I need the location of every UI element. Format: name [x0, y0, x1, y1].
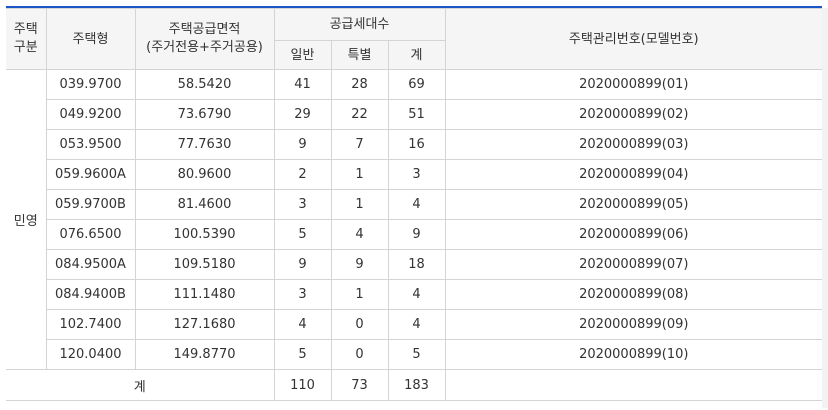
header-housing-type: 주택형: [45, 8, 136, 70]
management-number-cell: 2020000899(05): [444, 189, 823, 220]
header-type-category-line1: 주택: [13, 22, 38, 37]
table-row: 059.9600A 80.9600 2 1 3 2020000899(04): [6, 159, 823, 190]
supply-area-cell: 100.5390: [134, 219, 275, 250]
table-row: 084.9400B 111.1480 3 1 4 2020000899(08): [6, 279, 823, 310]
table-row: 049.9200 73.6790 29 22 51 2020000899(02): [6, 99, 823, 130]
total-general: 110: [273, 369, 332, 401]
supply-area-cell: 73.6790: [134, 99, 275, 130]
header-supply-area-line1: 주택공급면적: [168, 22, 241, 37]
table-row: 120.0400 149.8770 5 0 5 2020000899(10): [6, 339, 823, 370]
housing-type-cell: 102.7400: [46, 309, 136, 340]
total-management-empty: [444, 369, 823, 401]
header-general: 일반: [274, 40, 332, 70]
management-number-cell: 2020000899(08): [444, 279, 823, 310]
housing-type-cell: 059.9600A: [46, 159, 136, 190]
supply-area-cell: 109.5180: [134, 249, 275, 280]
management-number-cell: 2020000899(10): [444, 339, 823, 370]
table-row: 민영 039.9700 58.5420 41 28 69 2020000899(…: [6, 69, 823, 370]
table-row: 076.6500 100.5390 5 4 9 2020000899(06): [6, 219, 823, 250]
total-count-cell: 3: [387, 159, 446, 190]
general-count-cell: 9: [273, 249, 332, 280]
header-type-category: 주택 구분: [6, 8, 47, 70]
scroll-edge: [822, 8, 828, 408]
housing-type-cell: 084.9400B: [46, 279, 136, 310]
total-row: 계 110 73 183: [6, 369, 823, 401]
table-row: 084.9500A 109.5180 9 9 18 2020000899(07): [6, 249, 823, 280]
category-cell: 민영: [6, 69, 47, 370]
management-number-cell: 2020000899(04): [444, 159, 823, 190]
housing-type-cell: 039.9700: [45, 69, 136, 100]
management-number-cell: 2020000899(09): [444, 309, 823, 340]
general-count-cell: 29: [273, 99, 332, 130]
management-number-cell: 2020000899(01): [444, 69, 823, 100]
supply-area-cell: 81.4600: [134, 189, 275, 220]
supply-area-cell: 77.7630: [134, 129, 275, 160]
total-count-cell: 4: [387, 309, 446, 340]
housing-type-cell: 053.9500: [46, 129, 136, 160]
header-supply-area: 주택공급면적 (주거전용+주거공용): [134, 8, 275, 70]
supply-area-cell: 58.5420: [134, 69, 275, 100]
table-row: 053.9500 77.7630 9 7 16 2020000899(03): [6, 129, 823, 160]
table-header: 주택 구분 주택형 주택공급면적 (주거전용+주거공용) 공급세대수 주택관리번…: [6, 8, 823, 70]
supply-area-cell: 80.9600: [134, 159, 275, 190]
header-special: 특별: [330, 40, 389, 70]
special-count-cell: 1: [330, 189, 389, 220]
total-count-cell: 5: [387, 339, 446, 370]
table-row: 102.7400 127.1680 4 0 4 2020000899(09): [6, 309, 823, 340]
supply-area-cell: 149.8770: [134, 339, 275, 370]
total-count-cell: 69: [387, 69, 446, 100]
housing-type-cell: 120.0400: [46, 339, 136, 370]
total-count-cell: 18: [387, 249, 446, 280]
total-count-cell: 16: [387, 129, 446, 160]
table-body: 민영 039.9700 58.5420 41 28 69 2020000899(…: [6, 69, 823, 401]
general-count-cell: 41: [273, 69, 332, 100]
header-supply-area-line2: (주거전용+주거공용): [146, 40, 263, 55]
total-sum: 183: [387, 369, 446, 401]
total-label: 계: [6, 369, 275, 401]
special-count-cell: 4: [330, 219, 389, 250]
header-sum: 계: [387, 40, 446, 70]
total-count-cell: 9: [387, 219, 446, 250]
management-number-cell: 2020000899(03): [444, 129, 823, 160]
management-number-cell: 2020000899(06): [444, 219, 823, 250]
general-count-cell: 5: [273, 219, 332, 250]
special-count-cell: 9: [330, 249, 389, 280]
general-count-cell: 2: [273, 159, 332, 190]
header-type-category-line2: 구분: [13, 40, 38, 55]
housing-type-cell: 076.6500: [46, 219, 136, 250]
table-row: 059.9700B 81.4600 3 1 4 2020000899(05): [6, 189, 823, 220]
special-count-cell: 0: [330, 339, 389, 370]
general-count-cell: 5: [273, 339, 332, 370]
total-count-cell: 4: [387, 189, 446, 220]
housing-type-cell: 049.9200: [46, 99, 136, 130]
special-count-cell: 0: [330, 309, 389, 340]
special-count-cell: 28: [330, 69, 389, 100]
housing-type-cell: 084.9500A: [46, 249, 136, 280]
special-count-cell: 1: [330, 279, 389, 310]
housing-type-cell: 059.9700B: [46, 189, 136, 220]
special-count-cell: 22: [330, 99, 389, 130]
supply-area-cell: 127.1680: [134, 309, 275, 340]
general-count-cell: 3: [273, 279, 332, 310]
special-count-cell: 1: [330, 159, 389, 190]
housing-supply-table: 주택 구분 주택형 주택공급면적 (주거전용+주거공용) 공급세대수 주택관리번…: [6, 8, 823, 401]
total-count-cell: 4: [387, 279, 446, 310]
general-count-cell: 3: [273, 189, 332, 220]
header-management-number: 주택관리번호(모델번호): [444, 8, 823, 70]
general-count-cell: 4: [273, 309, 332, 340]
management-number-cell: 2020000899(02): [444, 99, 823, 130]
management-number-cell: 2020000899(07): [444, 249, 823, 280]
supply-area-cell: 111.1480: [134, 279, 275, 310]
special-count-cell: 7: [330, 129, 389, 160]
general-count-cell: 9: [273, 129, 332, 160]
total-special: 73: [330, 369, 389, 401]
header-supply-units: 공급세대수: [273, 8, 446, 41]
total-count-cell: 51: [387, 99, 446, 130]
